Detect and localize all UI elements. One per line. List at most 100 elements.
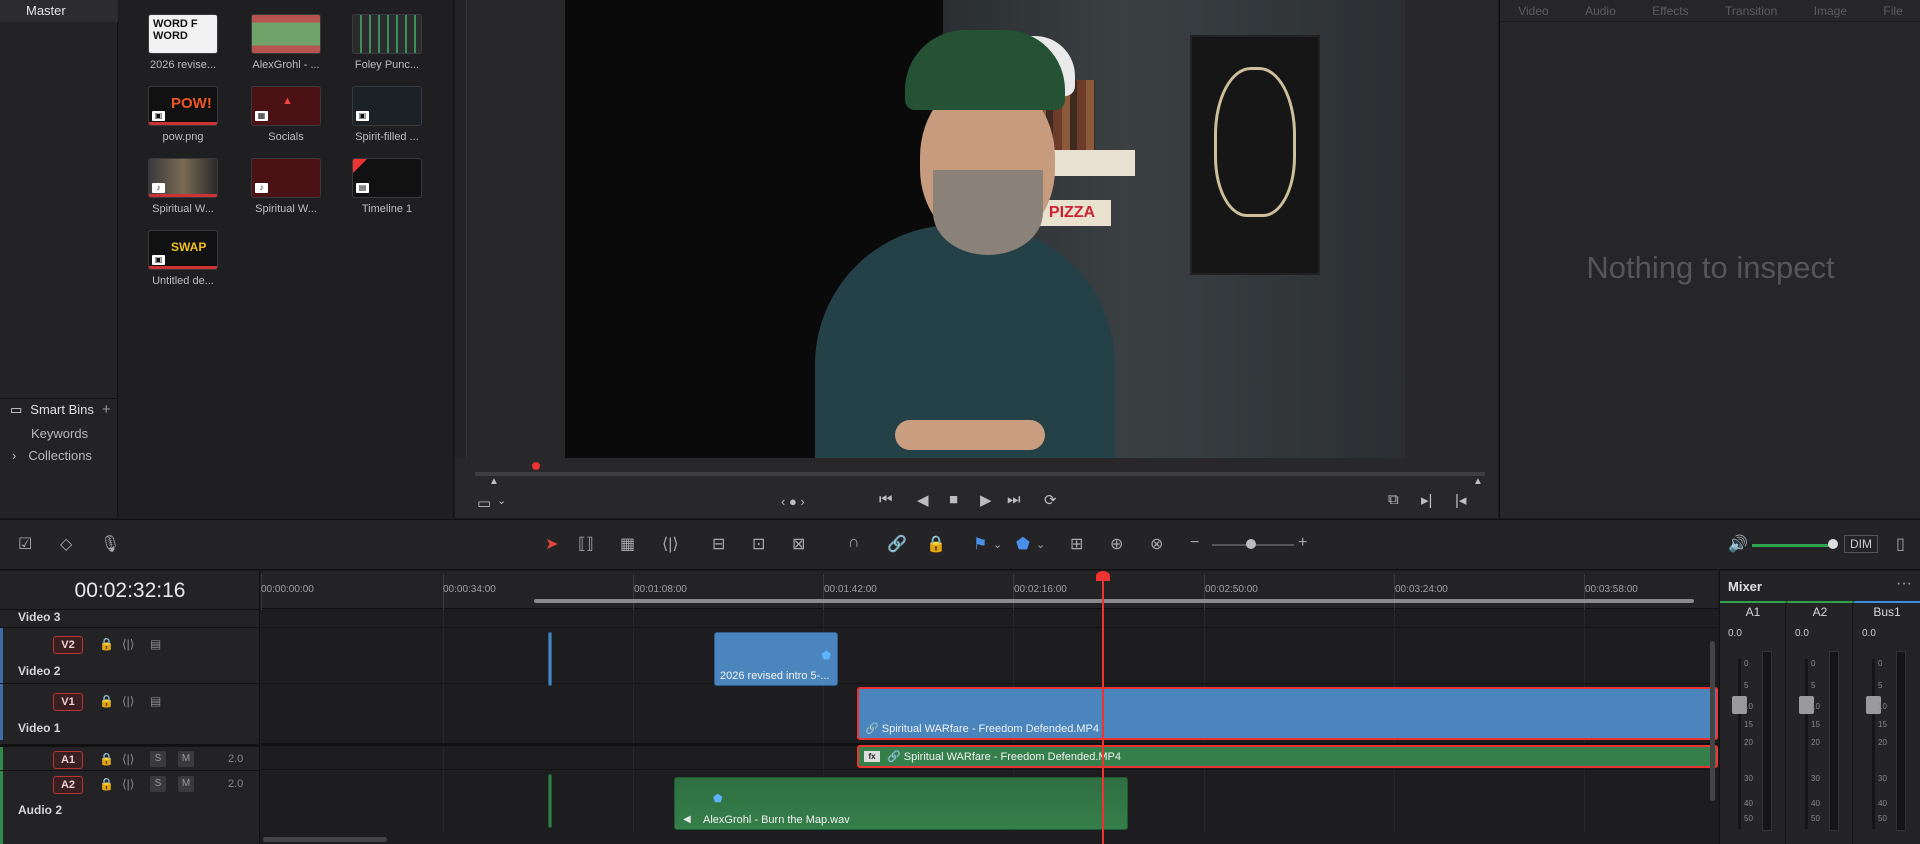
media-clip[interactable]: ▤ Timeline 1 bbox=[345, 158, 429, 215]
tab-image[interactable]: Image bbox=[1814, 4, 1847, 18]
meter-icon[interactable]: ▯ bbox=[1896, 534, 1905, 554]
tab-transition[interactable]: Transition bbox=[1725, 4, 1777, 18]
media-clip[interactable]: POW! ▣ pow.png bbox=[141, 86, 225, 143]
timeline-timecode[interactable]: 00:02:32:16 bbox=[0, 571, 260, 609]
timeline-clip-v1[interactable]: 🔗 Spiritual WARfare - Freedom Defended.M… bbox=[857, 687, 1718, 740]
go-to-end-icon[interactable]: ⏭ bbox=[1007, 491, 1021, 508]
jog-wheel-icon[interactable]: ‹ ● › bbox=[781, 494, 805, 509]
lock-icon[interactable]: 🔒 bbox=[99, 637, 114, 651]
play-icon[interactable]: ▶ bbox=[980, 491, 992, 509]
viewer-playhead-icon[interactable] bbox=[532, 462, 540, 470]
track-tag-v2[interactable]: V2 bbox=[53, 636, 83, 654]
lock-icon[interactable]: 🔒 bbox=[99, 752, 114, 766]
position-lock-icon[interactable]: 🔒 bbox=[926, 534, 946, 554]
replace-clip-icon[interactable]: ⊠ bbox=[792, 534, 805, 554]
full-extent-zoom-icon[interactable]: ⊞ bbox=[1070, 534, 1083, 554]
mute-button[interactable]: M bbox=[178, 776, 194, 792]
snapping-magnet-icon[interactable]: ∩ bbox=[848, 534, 860, 552]
detail-zoom-icon[interactable]: ⊕ bbox=[1110, 534, 1123, 554]
auto-select-icon[interactable]: ⟨|⟩ bbox=[122, 777, 134, 791]
video-frame[interactable]: PIZZA bbox=[565, 0, 1405, 458]
transform-icon[interactable]: ▭ bbox=[477, 494, 491, 512]
timeline-clip-a2[interactable]: ⬟ ◀ AlexGrohl - Burn the Map.wav bbox=[674, 777, 1128, 830]
tab-file[interactable]: File bbox=[1883, 4, 1902, 18]
go-to-start-icon[interactable]: ⏮ bbox=[879, 491, 893, 508]
custom-zoom-icon[interactable]: ⊗ bbox=[1150, 534, 1163, 554]
blade-tool-icon[interactable]: ⟨|⟩ bbox=[662, 534, 679, 554]
timeline-vertical-scrollbar[interactable] bbox=[1710, 641, 1715, 801]
flag-icon[interactable]: ⚑ bbox=[973, 534, 987, 554]
trim-tool-icon[interactable]: ⟦⟧ bbox=[578, 534, 594, 554]
media-clip[interactable]: SWAP ▣ Untitled de... bbox=[141, 230, 225, 287]
dynamic-trim-icon[interactable]: ▦ bbox=[620, 534, 635, 554]
auto-select-icon[interactable]: ⟨|⟩ bbox=[122, 637, 134, 651]
audio-clip-stub[interactable] bbox=[548, 774, 552, 828]
previous-frame-icon[interactable]: |◂ bbox=[1455, 491, 1466, 509]
smart-bin-keywords[interactable]: Keywords bbox=[31, 426, 88, 441]
timeline-clip-v2[interactable]: ⬟ 2026 revised intro 5-... bbox=[714, 632, 838, 686]
volume-slider-knob[interactable] bbox=[1828, 539, 1838, 549]
match-frame-icon[interactable]: ⧉ bbox=[1388, 491, 1399, 508]
more-options-icon[interactable]: ··· bbox=[1896, 575, 1912, 593]
zoom-in-icon[interactable]: + bbox=[1298, 534, 1307, 552]
timeline-horizontal-scrollbar[interactable] bbox=[263, 837, 387, 842]
media-clip[interactable]: ♪ Spiritual W... bbox=[141, 158, 225, 215]
in-point-icon[interactable]: ▲ bbox=[489, 476, 499, 487]
selection-tool-icon[interactable]: ➤ bbox=[545, 534, 558, 554]
next-frame-icon[interactable]: ▸| bbox=[1421, 491, 1432, 509]
smart-bins-header[interactable]: ▭ Smart Bins + bbox=[0, 398, 118, 420]
auto-select-icon[interactable]: ⟨|⟩ bbox=[122, 752, 134, 766]
media-clip[interactable]: WORD F WORD 2026 revise... bbox=[141, 14, 225, 71]
chevron-right-icon[interactable]: › bbox=[12, 448, 16, 463]
track-tag-a2[interactable]: A2 bbox=[53, 776, 83, 794]
timeline-range-bar[interactable] bbox=[534, 599, 1694, 603]
chevron-down-icon[interactable]: ⌄ bbox=[497, 494, 506, 507]
viewer-scrubber[interactable] bbox=[475, 472, 1485, 476]
track-enable-icon[interactable]: ▤ bbox=[150, 694, 161, 708]
out-point-icon[interactable]: ▲ bbox=[1473, 476, 1483, 487]
linked-selection-icon[interactable]: 🔗 bbox=[887, 534, 907, 554]
insert-clip-icon[interactable]: ⊟ bbox=[712, 534, 725, 554]
media-clip[interactable]: ♪ Spiritual W... bbox=[244, 158, 328, 215]
snapping-view-icon[interactable]: ◇ bbox=[60, 534, 72, 554]
marker-icon[interactable]: ⬟ bbox=[1016, 534, 1030, 554]
dim-button[interactable]: DIM bbox=[1844, 535, 1878, 553]
solo-button[interactable]: S bbox=[150, 776, 166, 792]
lane-video2[interactable] bbox=[261, 627, 1718, 683]
timeline-ruler[interactable]: 00:00:00:00 00:00:34:00 00:01:08:00 00:0… bbox=[261, 571, 1718, 610]
zoom-slider-knob[interactable] bbox=[1246, 539, 1256, 549]
tab-audio[interactable]: Audio bbox=[1585, 4, 1616, 18]
timeline-view-options-icon[interactable]: ☑ bbox=[18, 534, 32, 554]
track-tag-v1[interactable]: V1 bbox=[53, 693, 83, 711]
blue-flag-icon[interactable]: ⬟ bbox=[821, 649, 831, 662]
play-reverse-icon[interactable]: ◀ bbox=[917, 491, 929, 509]
media-clip[interactable]: ▣ Spirit-filled ... bbox=[345, 86, 429, 143]
auto-select-icon[interactable]: ⟨|⟩ bbox=[122, 694, 134, 708]
chevron-down-icon[interactable]: ⌄ bbox=[993, 538, 1002, 551]
add-smart-bin-icon[interactable]: + bbox=[102, 401, 111, 418]
video-clip-stub[interactable] bbox=[548, 632, 552, 686]
media-clip[interactable]: Foley Punc... bbox=[345, 14, 429, 71]
stop-icon[interactable]: ■ bbox=[949, 491, 958, 508]
track-enable-icon[interactable]: ▤ bbox=[150, 637, 161, 651]
lock-icon[interactable]: 🔒 bbox=[99, 777, 114, 791]
lock-icon[interactable]: 🔒 bbox=[99, 694, 114, 708]
solo-button[interactable]: S bbox=[150, 751, 166, 767]
blue-flag-icon[interactable]: ⬟ bbox=[713, 792, 723, 805]
timeline-playhead[interactable] bbox=[1102, 571, 1104, 844]
media-clip[interactable]: AlexGrohl - ... bbox=[244, 14, 328, 71]
mute-button[interactable]: M bbox=[178, 751, 194, 767]
volume-slider[interactable] bbox=[1752, 544, 1834, 547]
tab-video[interactable]: Video bbox=[1518, 4, 1548, 18]
timeline-clip-a1[interactable]: fx 🔗 Spiritual WARfare - Freedom Defende… bbox=[857, 745, 1718, 768]
bin-master[interactable]: Master bbox=[0, 0, 118, 22]
tab-effects[interactable]: Effects bbox=[1652, 4, 1688, 18]
zoom-out-icon[interactable]: − bbox=[1190, 534, 1199, 552]
track-tag-a1[interactable]: A1 bbox=[53, 751, 83, 769]
chevron-down-icon[interactable]: ⌄ bbox=[1036, 538, 1045, 551]
media-clip[interactable]: ▲ ▦ Socials bbox=[244, 86, 328, 143]
speaker-icon[interactable]: 🔊 bbox=[1728, 534, 1748, 554]
voiceover-mic-icon[interactable]: 🎙 bbox=[100, 534, 120, 554]
smart-bin-collections[interactable]: › Collections bbox=[12, 448, 92, 463]
overwrite-clip-icon[interactable]: ⊡ bbox=[752, 534, 765, 554]
